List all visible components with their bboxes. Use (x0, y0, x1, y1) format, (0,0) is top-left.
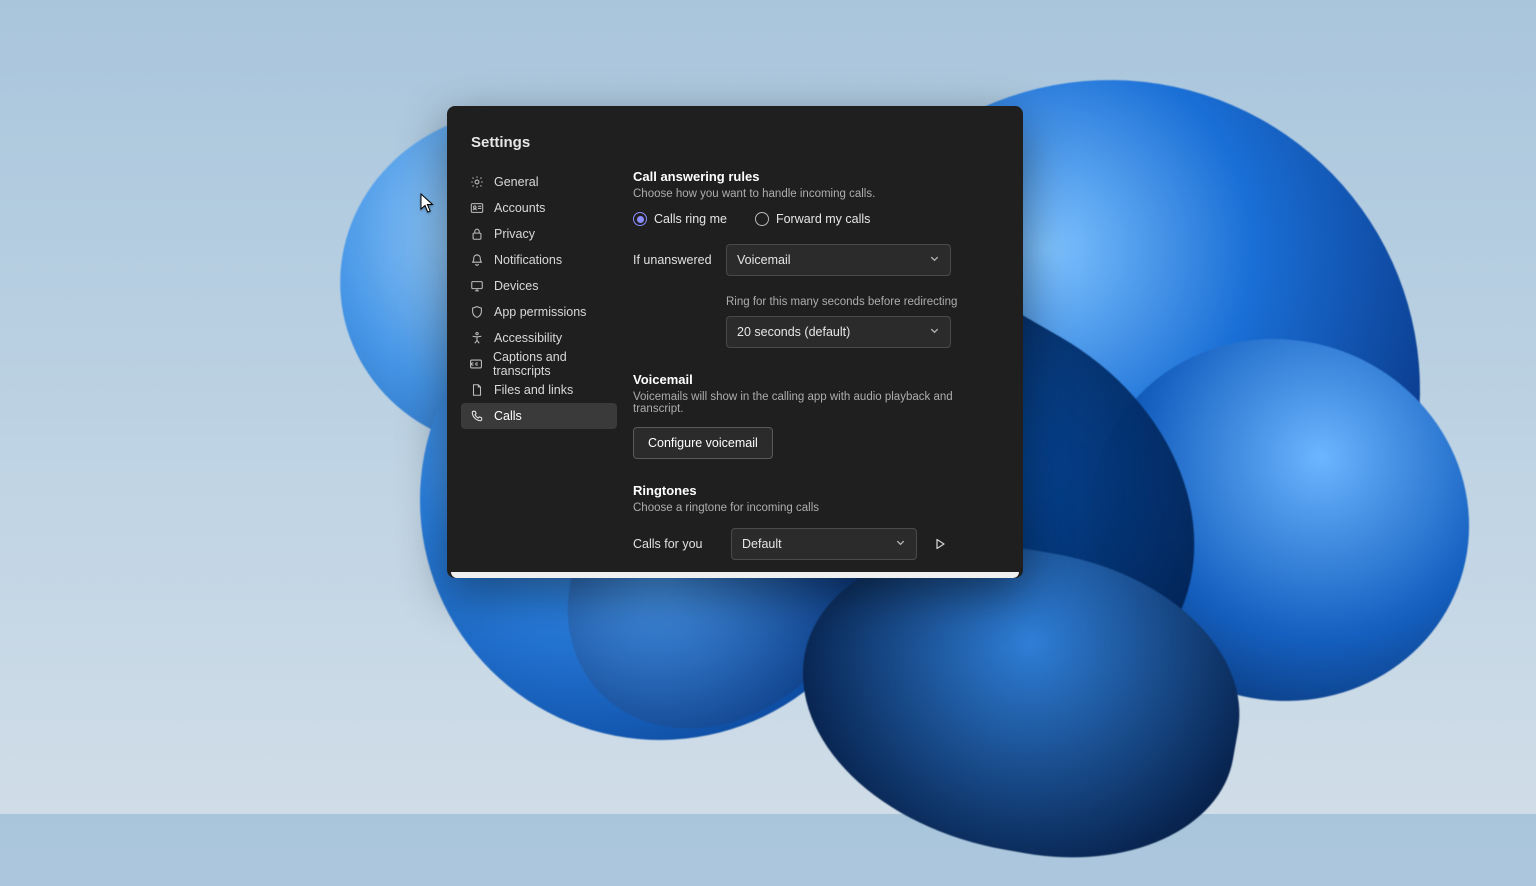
voicemail-heading: Voicemail (633, 372, 1003, 387)
if-unanswered-label: If unanswered (633, 253, 726, 267)
chevron-down-icon (895, 537, 906, 551)
radio-selected-icon (633, 212, 647, 226)
radio-label: Forward my calls (776, 212, 870, 226)
sidebar-item-label: Captions and transcripts (493, 350, 609, 378)
sidebar-item-privacy[interactable]: Privacy (461, 221, 617, 247)
sidebar-item-label: Accounts (494, 201, 545, 215)
sidebar-item-label: Notifications (494, 253, 562, 267)
play-ringtone-button[interactable] (931, 535, 949, 553)
lock-icon (469, 227, 484, 242)
select-value: Default (742, 537, 782, 551)
select-value: 20 seconds (default) (737, 325, 850, 339)
voicemail-desc: Voicemails will show in the calling app … (633, 391, 1003, 415)
sidebar-item-notifications[interactable]: Notifications (461, 247, 617, 273)
bell-icon (469, 253, 484, 268)
button-label: Configure voicemail (648, 436, 758, 450)
phone-icon (469, 409, 484, 424)
sidebar-item-label: Accessibility (494, 331, 562, 345)
gear-icon (469, 175, 484, 190)
radio-forward-calls[interactable]: Forward my calls (755, 212, 870, 226)
select-value: Voicemail (737, 253, 791, 267)
sidebar-item-devices[interactable]: Devices (461, 273, 617, 299)
sidebar-item-general[interactable]: General (461, 169, 617, 195)
chevron-down-icon (929, 325, 940, 339)
configure-voicemail-button[interactable]: Configure voicemail (633, 427, 773, 459)
ringtones-desc: Choose a ringtone for incoming calls (633, 502, 1003, 514)
radio-calls-ring-me[interactable]: Calls ring me (633, 212, 727, 226)
sidebar-item-accessibility[interactable]: Accessibility (461, 325, 617, 351)
ring-duration-select[interactable]: 20 seconds (default) (726, 316, 951, 348)
sidebar-item-label: Devices (494, 279, 538, 293)
id-card-icon (469, 201, 484, 216)
sidebar-item-calls[interactable]: Calls (461, 403, 617, 429)
sidebar-item-files[interactable]: Files and links (461, 377, 617, 403)
monitor-icon (469, 279, 484, 294)
play-icon (933, 537, 947, 551)
if-unanswered-select[interactable]: Voicemail (726, 244, 951, 276)
settings-content: Call answering rules Choose how you want… (625, 169, 1023, 578)
sidebar-item-label: General (494, 175, 538, 189)
call-answering-desc: Choose how you want to handle incoming c… (633, 188, 1003, 200)
radio-label: Calls ring me (654, 212, 727, 226)
settings-sidebar: General Accounts Privacy Notifications (447, 169, 625, 578)
ring-duration-label: Ring for this many seconds before redire… (726, 296, 1003, 308)
call-answering-heading: Call answering rules (633, 169, 1003, 184)
sidebar-item-label: App permissions (494, 305, 586, 319)
sidebar-item-label: Files and links (494, 383, 573, 397)
sidebar-item-label: Privacy (494, 227, 535, 241)
settings-window: Settings General Accounts Privacy (447, 106, 1023, 578)
calls-for-you-select[interactable]: Default (731, 528, 917, 560)
sidebar-item-app-permissions[interactable]: App permissions (461, 299, 617, 325)
calls-for-you-label: Calls for you (633, 537, 731, 551)
ringtones-heading: Ringtones (633, 483, 1003, 498)
file-icon (469, 383, 484, 398)
shield-icon (469, 305, 484, 320)
window-title: Settings (447, 106, 1023, 169)
chevron-down-icon (929, 253, 940, 267)
sidebar-item-captions[interactable]: Captions and transcripts (461, 351, 617, 377)
sidebar-item-label: Calls (494, 409, 522, 423)
radio-unselected-icon (755, 212, 769, 226)
accessibility-icon (469, 331, 484, 346)
captions-icon (469, 357, 483, 372)
sidebar-item-accounts[interactable]: Accounts (461, 195, 617, 221)
